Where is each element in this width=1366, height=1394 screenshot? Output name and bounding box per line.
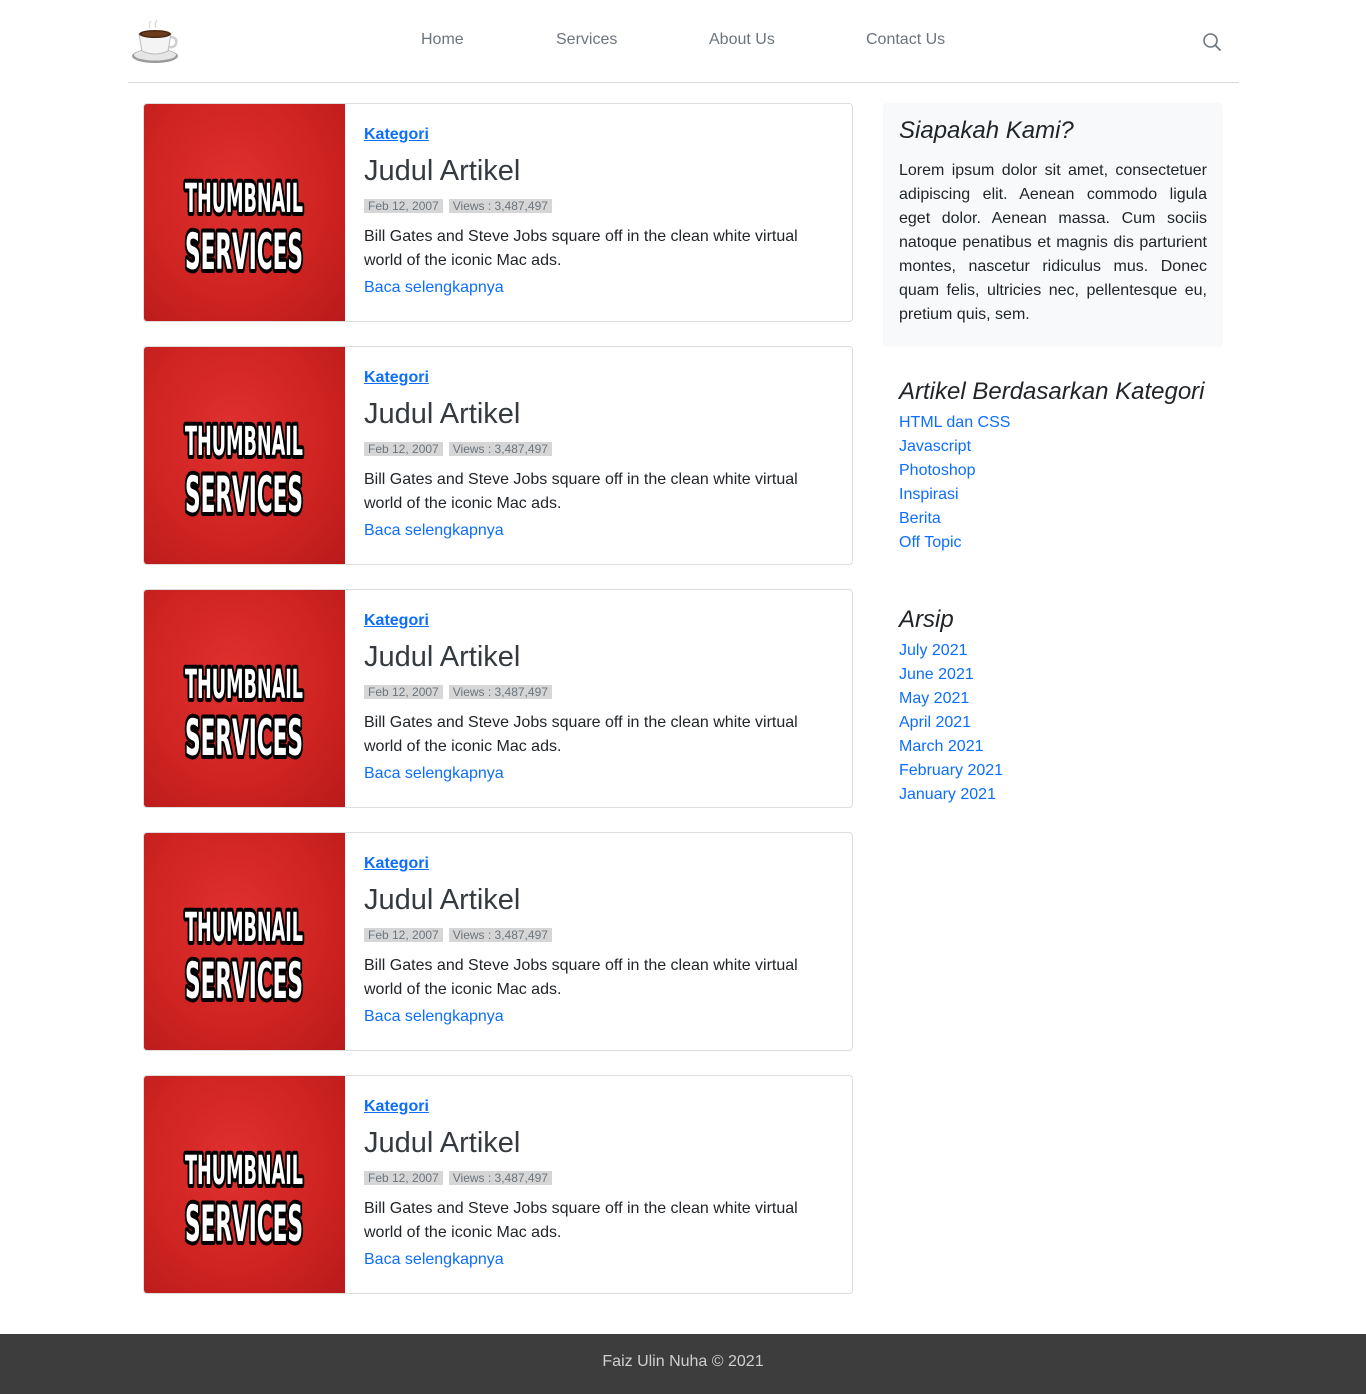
read-more-link[interactable]: Baca selengkapnya [364,279,504,297]
category-link[interactable]: HTML dan CSS [899,414,1010,431]
archive-link[interactable]: April 2021 [899,714,971,731]
archive-item: May 2021 [899,687,1219,711]
archive-item: June 2021 [899,663,1219,687]
archive-title: Arsip [899,606,954,633]
thumbnail-text-line1: THUMBNAIL [185,662,303,708]
thumbnail-text-line1: THUMBNAIL [185,905,303,951]
article-title[interactable]: Judul Artikel [364,155,520,188]
archive-link[interactable]: February 2021 [899,762,1003,779]
article-date-badge: Feb 12, 2007 [364,442,443,456]
article-excerpt: Bill Gates and Steve Jobs square off in … [364,471,798,512]
read-more-link[interactable]: Baca selengkapnya [364,765,504,783]
article-meta: Feb 12, 2007 Views : 3,487,497 [364,1171,552,1185]
article-views-badge: Views : 3,487,497 [448,199,552,213]
thumbnail-text-line1: THUMBNAIL [185,1148,303,1194]
category-item: Photoshop [899,459,1219,483]
category-item: Berita [899,507,1219,531]
site-footer: Faiz Ulin Nuha © 2021 [0,1334,1366,1394]
article-date-badge: Feb 12, 2007 [364,928,443,942]
article-date-badge: Feb 12, 2007 [364,199,443,213]
category-link[interactable]: Off Topic [899,534,962,551]
article-category-link[interactable]: Kategori [364,1098,429,1116]
category-link[interactable]: Photoshop [899,462,976,479]
archive-link[interactable]: March 2021 [899,738,984,755]
article-thumbnail[interactable]: THUMBNAIL SERVICES [144,104,345,321]
article-meta: Feb 12, 2007 Views : 3,487,497 [364,199,552,213]
article-card: THUMBNAIL SERVICES Kategori Judul Artike… [143,832,853,1051]
article-date-badge: Feb 12, 2007 [364,685,443,699]
article-thumbnail[interactable]: THUMBNAIL SERVICES [144,1076,345,1293]
archive-item: January 2021 [899,783,1219,807]
article-views-badge: Views : 3,487,497 [448,928,552,942]
article-excerpt: Bill Gates and Steve Jobs square off in … [364,714,798,755]
about-text: Lorem ipsum dolor sit amet, consectetuer… [899,162,1207,323]
article-excerpt: Bill Gates and Steve Jobs square off in … [364,957,798,998]
archive-link[interactable]: January 2021 [899,786,996,803]
article-category-link[interactable]: Kategori [364,369,429,387]
category-item: Off Topic [899,531,1219,555]
archive-item: February 2021 [899,759,1219,783]
thumbnail-text-line2: SERVICES [185,223,303,281]
article-views-badge: Views : 3,487,497 [448,1171,552,1185]
article-category-link[interactable]: Kategori [364,855,429,873]
nav-about-us[interactable]: About Us [709,31,775,49]
article-meta: Feb 12, 2007 Views : 3,487,497 [364,928,552,942]
archive-link[interactable]: June 2021 [899,666,974,683]
article-excerpt: Bill Gates and Steve Jobs square off in … [364,228,798,269]
about-box: Siapakah Kami? Lorem ipsum dolor sit ame… [883,103,1223,347]
category-list-title: Artikel Berdasarkan Kategori [899,378,1205,405]
category-item: Inspirasi [899,483,1219,507]
article-date-badge: Feb 12, 2007 [364,1171,443,1185]
read-more-link[interactable]: Baca selengkapnya [364,1008,504,1026]
article-excerpt: Bill Gates and Steve Jobs square off in … [364,1200,798,1241]
category-link[interactable]: Inspirasi [899,486,959,503]
category-item: Javascript [899,435,1219,459]
article-views-badge: Views : 3,487,497 [448,442,552,456]
article-title[interactable]: Judul Artikel [364,398,520,431]
category-list-section: Artikel Berdasarkan Kategori HTML dan CS… [899,378,1219,555]
article-card: THUMBNAIL SERVICES Kategori Judul Artike… [143,1075,853,1294]
article-title[interactable]: Judul Artikel [364,641,520,674]
article-card: THUMBNAIL SERVICES Kategori Judul Artike… [143,346,853,565]
article-title[interactable]: Judul Artikel [364,884,520,917]
article-title[interactable]: Judul Artikel [364,1127,520,1160]
category-item: HTML dan CSS [899,411,1219,435]
article-card: THUMBNAIL SERVICES Kategori Judul Artike… [143,589,853,808]
archive-item: July 2021 [899,639,1219,663]
article-meta: Feb 12, 2007 Views : 3,487,497 [364,685,552,699]
category-link[interactable]: Javascript [899,438,971,455]
article-meta: Feb 12, 2007 Views : 3,487,497 [364,442,552,456]
site-header: Home Services About Us Contact Us [128,0,1239,83]
article-thumbnail[interactable]: THUMBNAIL SERVICES [144,590,345,807]
search-icon[interactable] [1201,31,1223,53]
archive-list: July 2021 June 2021 May 2021 April 2021 Marc… [899,639,1219,807]
nav-services[interactable]: Services [556,31,617,49]
main-nav: Home Services About Us Contact Us [128,0,1239,82]
read-more-link[interactable]: Baca selengkapnya [364,522,504,540]
article-card: THUMBNAIL SERVICES Kategori Judul Artike… [143,103,853,322]
category-link[interactable]: Berita [899,510,941,527]
nav-contact-us[interactable]: Contact Us [866,31,945,49]
read-more-link[interactable]: Baca selengkapnya [364,1251,504,1269]
thumbnail-text-line1: THUMBNAIL [185,419,303,465]
category-list: HTML dan CSS Javascript Photoshop Inspirasi… [899,411,1219,555]
article-views-badge: Views : 3,487,497 [448,685,552,699]
archive-link[interactable]: July 2021 [899,642,968,659]
archive-item: April 2021 [899,711,1219,735]
archive-item: March 2021 [899,735,1219,759]
footer-copyright: Faiz Ulin Nuha © 2021 [602,1353,764,1370]
thumbnail-text-line2: SERVICES [185,1195,303,1253]
thumbnail-text-line2: SERVICES [185,709,303,767]
archive-section: Arsip July 2021 June 2021 May 2021 April 20… [899,606,1219,807]
article-category-link[interactable]: Kategori [364,126,429,144]
article-thumbnail[interactable]: THUMBNAIL SERVICES [144,833,345,1050]
thumbnail-text-line2: SERVICES [185,466,303,524]
thumbnail-text-line2: SERVICES [185,952,303,1010]
about-title: Siapakah Kami? [899,117,1074,144]
article-category-link[interactable]: Kategori [364,612,429,630]
archive-link[interactable]: May 2021 [899,690,969,707]
article-thumbnail[interactable]: THUMBNAIL SERVICES [144,347,345,564]
nav-home[interactable]: Home [421,31,464,49]
thumbnail-text-line1: THUMBNAIL [185,176,303,222]
